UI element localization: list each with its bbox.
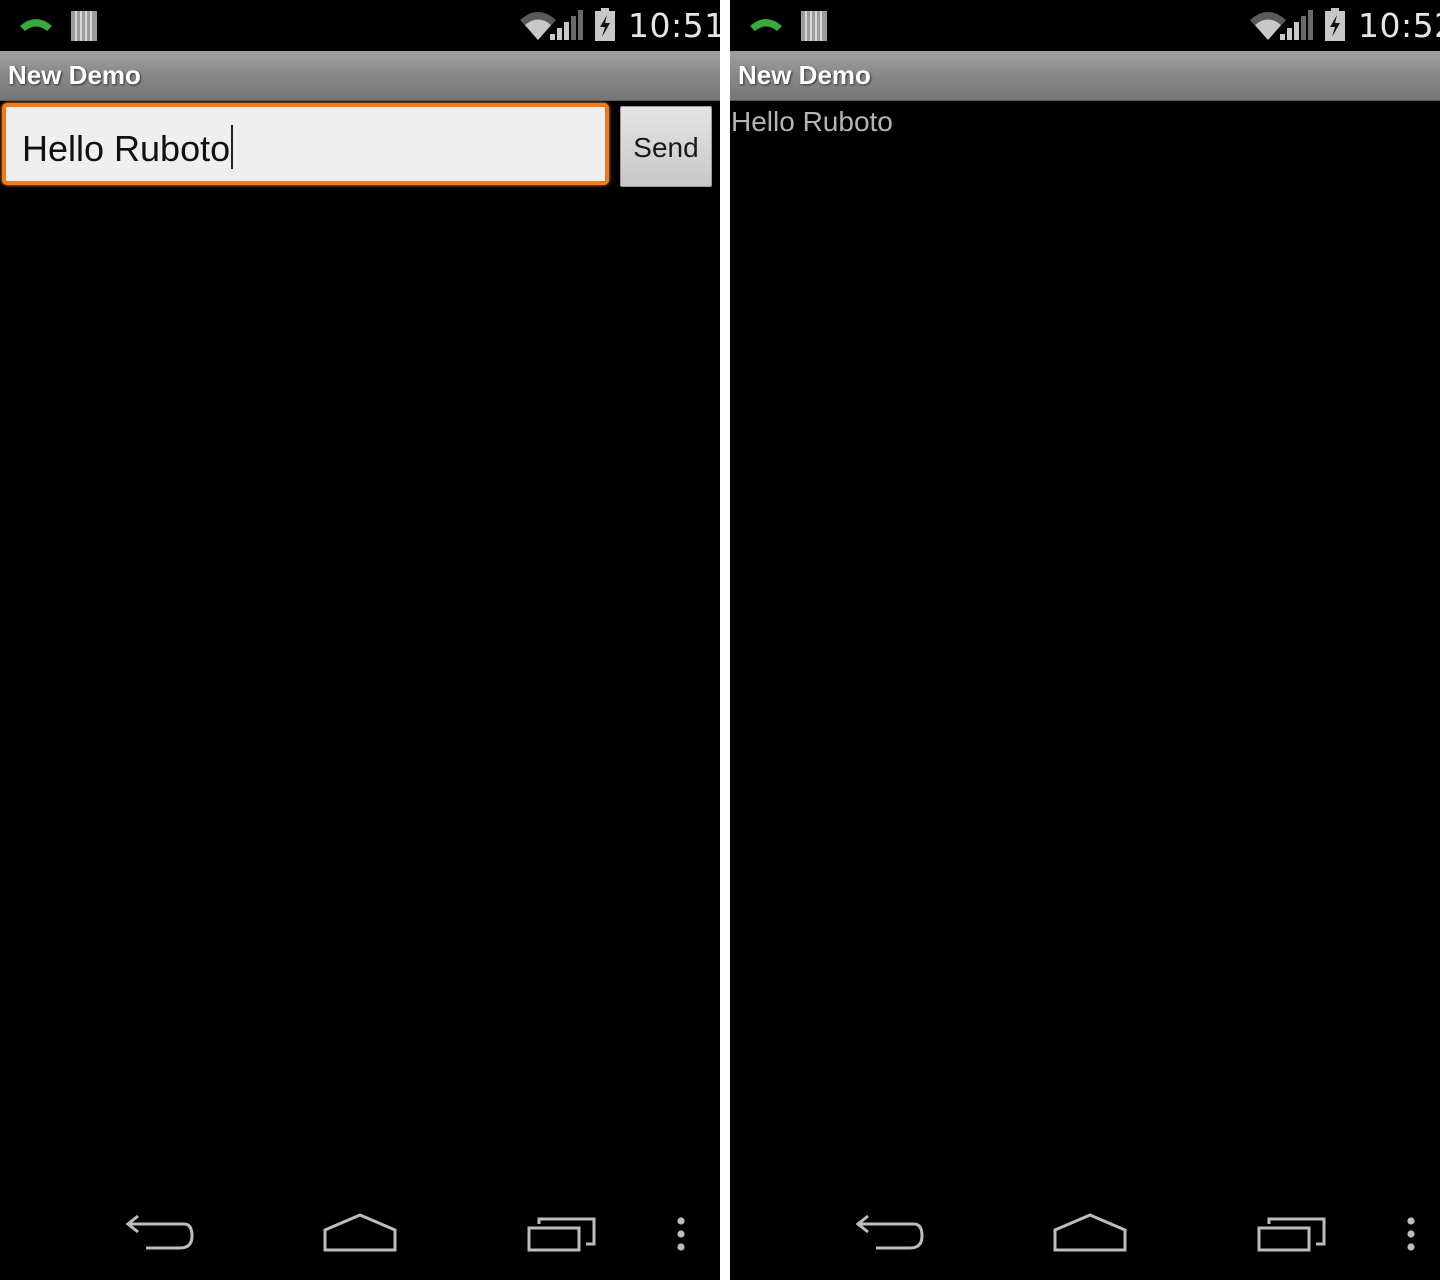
send-button[interactable]: Send bbox=[620, 106, 712, 187]
recent-apps-icon[interactable] bbox=[1256, 1214, 1328, 1254]
signal-icon bbox=[1280, 10, 1313, 40]
battery-charging-icon bbox=[1325, 8, 1345, 41]
received-message-text: Hello Ruboto bbox=[731, 106, 893, 137]
back-icon[interactable] bbox=[124, 1214, 196, 1254]
navigation-bar bbox=[0, 1196, 720, 1280]
back-icon[interactable] bbox=[854, 1214, 926, 1254]
status-bar: 10:52 bbox=[730, 0, 1440, 50]
signal-icon bbox=[550, 10, 583, 40]
overflow-menu-icon[interactable] bbox=[1404, 1216, 1418, 1254]
app-title-bar: New Demo bbox=[730, 51, 1440, 101]
status-clock: 10:51 bbox=[628, 6, 720, 45]
storage-icon bbox=[71, 11, 97, 41]
overflow-menu-icon[interactable] bbox=[674, 1216, 688, 1254]
navigation-bar bbox=[730, 1196, 1440, 1280]
recent-apps-icon[interactable] bbox=[526, 1214, 598, 1254]
status-bar: 10:51 bbox=[0, 0, 720, 50]
phone-screen-received: 10:52 New Demo Hello Ruboto bbox=[730, 0, 1440, 1280]
app-title: New Demo bbox=[8, 60, 141, 90]
home-icon[interactable] bbox=[322, 1212, 398, 1254]
home-icon[interactable] bbox=[1052, 1212, 1128, 1254]
status-clock: 10:52 bbox=[1358, 6, 1440, 45]
app-title-bar: New Demo bbox=[0, 51, 720, 101]
phone-icon bbox=[750, 19, 782, 31]
phone-icon bbox=[20, 19, 52, 31]
phone-screen-compose: 10:51 New Demo Hello Ruboto Send bbox=[0, 0, 720, 1280]
storage-icon bbox=[801, 11, 827, 41]
message-input[interactable]: Hello Ruboto bbox=[2, 103, 609, 185]
message-input-value: Hello Ruboto bbox=[22, 128, 231, 169]
app-title: New Demo bbox=[738, 60, 871, 90]
text-caret bbox=[231, 125, 234, 169]
battery-charging-icon bbox=[595, 8, 615, 41]
